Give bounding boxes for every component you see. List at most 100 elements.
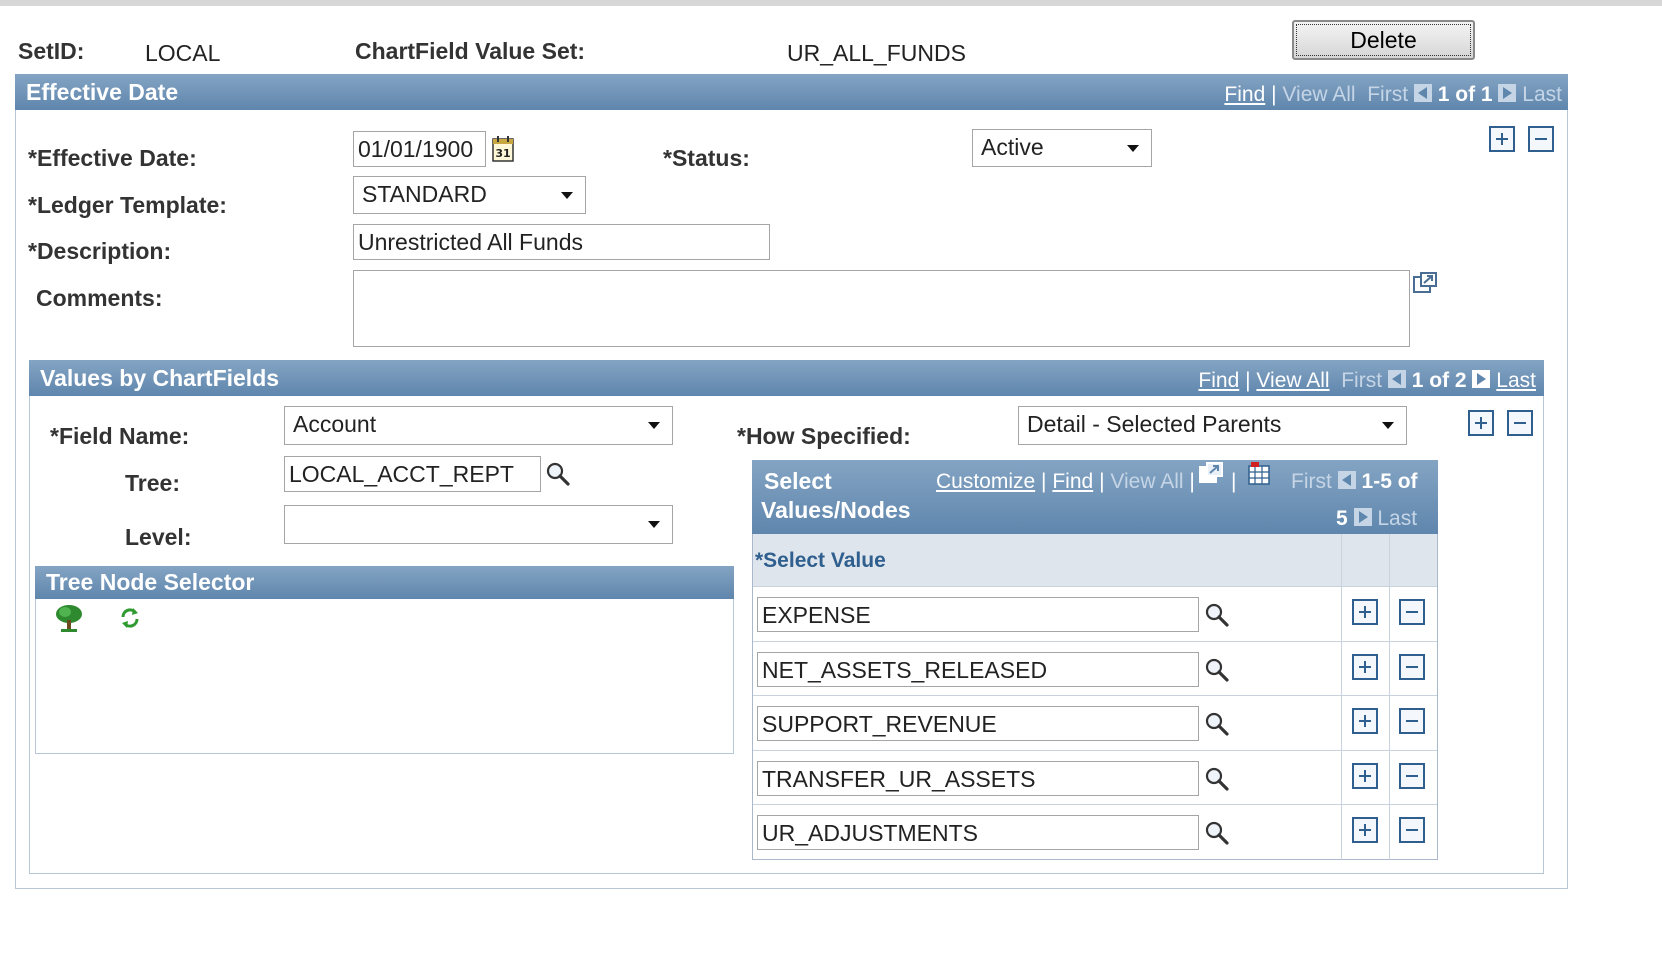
level-select[interactable] — [284, 505, 673, 544]
add-value-row-button[interactable] — [1352, 817, 1378, 843]
nav-separator: | — [1231, 470, 1237, 493]
tree-lookup-magnifier-icon[interactable] — [544, 460, 572, 488]
select-value-input[interactable]: TRANSFER_UR_ASSETS — [757, 761, 1199, 796]
table-row-divider — [753, 586, 1437, 587]
description-input[interactable]: Unrestricted All Funds — [353, 224, 770, 260]
calendar-icon[interactable]: 31 — [492, 136, 514, 162]
ledger-template-select[interactable]: STANDARD — [353, 176, 586, 214]
effective-date-title: Effective Date — [26, 79, 179, 105]
add-value-row-button[interactable] — [1352, 654, 1378, 680]
values-nav: Find | View All First 1 of 2 Last — [1198, 369, 1536, 393]
chevron-down-icon — [1127, 145, 1139, 152]
ledger-template-value: STANDARD — [362, 181, 487, 207]
field-name-select[interactable]: Account — [284, 406, 673, 445]
svg-text:31: 31 — [495, 147, 510, 160]
add-row-button[interactable] — [1489, 126, 1515, 152]
values-by-chartfields-header: Values by ChartFields Find | View All Fi… — [29, 360, 1544, 396]
effective-date-header: Effective Date Find | View All First 1 o… — [15, 74, 1568, 110]
table-row-divider — [753, 804, 1437, 805]
effective-date-label: *Effective Date: — [28, 145, 197, 171]
add-chartfield-button[interactable] — [1468, 410, 1494, 436]
select-values-title-line1: Select — [764, 468, 832, 494]
first-label: First — [1341, 369, 1383, 392]
setid-label: SetID: — [18, 38, 85, 64]
select-values-pager-2: 5 Last — [1336, 507, 1417, 531]
next-arrow-icon — [1498, 84, 1517, 102]
add-value-row-button[interactable] — [1352, 708, 1378, 734]
last-label: Last — [1377, 507, 1418, 530]
delete-value-row-button[interactable] — [1399, 817, 1425, 843]
delete-row-button[interactable] — [1528, 126, 1554, 152]
find-link[interactable]: Find — [1052, 470, 1093, 493]
next-arrow-icon[interactable] — [1472, 370, 1491, 388]
cfvs-label: ChartField Value Set: — [355, 38, 586, 64]
tree-icon[interactable] — [54, 603, 84, 633]
select-value-magnifier-icon[interactable] — [1203, 601, 1231, 629]
nav-separator: | — [1245, 369, 1251, 392]
effective-date-nav: Find | View All First 1 of 1 Last — [1224, 83, 1562, 107]
table-row-divider — [753, 750, 1437, 751]
first-label: First — [1291, 470, 1332, 493]
ledger-template-label: *Ledger Template: — [28, 192, 227, 218]
delete-value-row-button[interactable] — [1399, 763, 1425, 789]
select-value-magnifier-icon[interactable] — [1203, 819, 1231, 847]
customize-link[interactable]: Customize — [936, 470, 1035, 493]
row-count: 1 of 2 — [1411, 369, 1467, 392]
add-value-row-button[interactable] — [1352, 763, 1378, 789]
nav-separator: | — [1099, 470, 1105, 493]
view-all-link: View All — [1110, 470, 1184, 493]
grid-column-divider — [1389, 534, 1390, 860]
select-values-pager: First 1-5 of — [1291, 470, 1418, 494]
previous-arrow-icon — [1337, 471, 1356, 489]
last-label: Last — [1522, 83, 1562, 106]
effective-date-input[interactable]: 01/01/1900 — [353, 131, 486, 167]
expand-window-icon[interactable] — [1198, 462, 1224, 484]
chevron-down-icon — [648, 521, 660, 528]
chevron-down-icon — [648, 422, 660, 429]
values-by-chartfields-title: Values by ChartFields — [40, 365, 280, 391]
delete-value-row-button[interactable] — [1399, 654, 1425, 680]
tree-node-selector-header: Tree Node Selector — [35, 566, 734, 599]
comments-textarea[interactable] — [353, 270, 1410, 347]
view-all-link: View All — [1282, 83, 1356, 106]
refresh-icon[interactable] — [117, 605, 143, 631]
select-value-input[interactable]: NET_ASSETS_RELEASED — [757, 652, 1199, 687]
how-specified-value: Detail - Selected Parents — [1027, 411, 1282, 437]
find-link[interactable]: Find — [1198, 369, 1239, 392]
expand-window-icon[interactable] — [1412, 272, 1438, 294]
chevron-down-icon — [561, 192, 573, 199]
select-value-input[interactable]: SUPPORT_REVENUE — [757, 706, 1199, 741]
find-link[interactable]: Find — [1224, 83, 1265, 106]
tree-input[interactable]: LOCAL_ACCT_REPT — [284, 456, 541, 492]
grid-icon[interactable] — [1248, 462, 1272, 486]
table-row-divider — [753, 695, 1437, 696]
delete-chartfield-button[interactable] — [1507, 410, 1533, 436]
tree-node-selector-title: Tree Node Selector — [46, 569, 255, 595]
delete-button[interactable]: Delete — [1292, 20, 1475, 60]
status-select[interactable]: Active — [972, 129, 1152, 167]
tree-label: Tree: — [125, 470, 180, 496]
delete-value-row-button[interactable] — [1399, 599, 1425, 625]
top-bar — [0, 0, 1662, 6]
select-value-magnifier-icon[interactable] — [1203, 656, 1231, 684]
first-label: First — [1367, 83, 1409, 106]
row-count-a: 1-5 of — [1361, 470, 1418, 493]
last-link[interactable]: Last — [1496, 369, 1536, 392]
view-all-link[interactable]: View All — [1256, 369, 1329, 392]
how-specified-select[interactable]: Detail - Selected Parents — [1018, 406, 1407, 445]
level-label: Level: — [125, 524, 192, 550]
delete-value-row-button[interactable] — [1399, 708, 1425, 734]
previous-arrow-icon — [1413, 84, 1432, 102]
add-value-row-button[interactable] — [1352, 599, 1378, 625]
previous-arrow-icon — [1387, 370, 1406, 388]
select-value-magnifier-icon[interactable] — [1203, 765, 1231, 793]
select-value-magnifier-icon[interactable] — [1203, 710, 1231, 738]
row-count-b: 5 — [1336, 507, 1348, 530]
nav-separator: | — [1189, 470, 1195, 493]
field-name-value: Account — [293, 411, 377, 437]
nav-separator: | — [1041, 470, 1047, 493]
select-value-input[interactable]: UR_ADJUSTMENTS — [757, 815, 1199, 850]
status-value: Active — [981, 134, 1044, 160]
select-values-nav: Customize | Find | View All | — [936, 470, 1195, 494]
select-value-input[interactable]: EXPENSE — [757, 597, 1199, 632]
